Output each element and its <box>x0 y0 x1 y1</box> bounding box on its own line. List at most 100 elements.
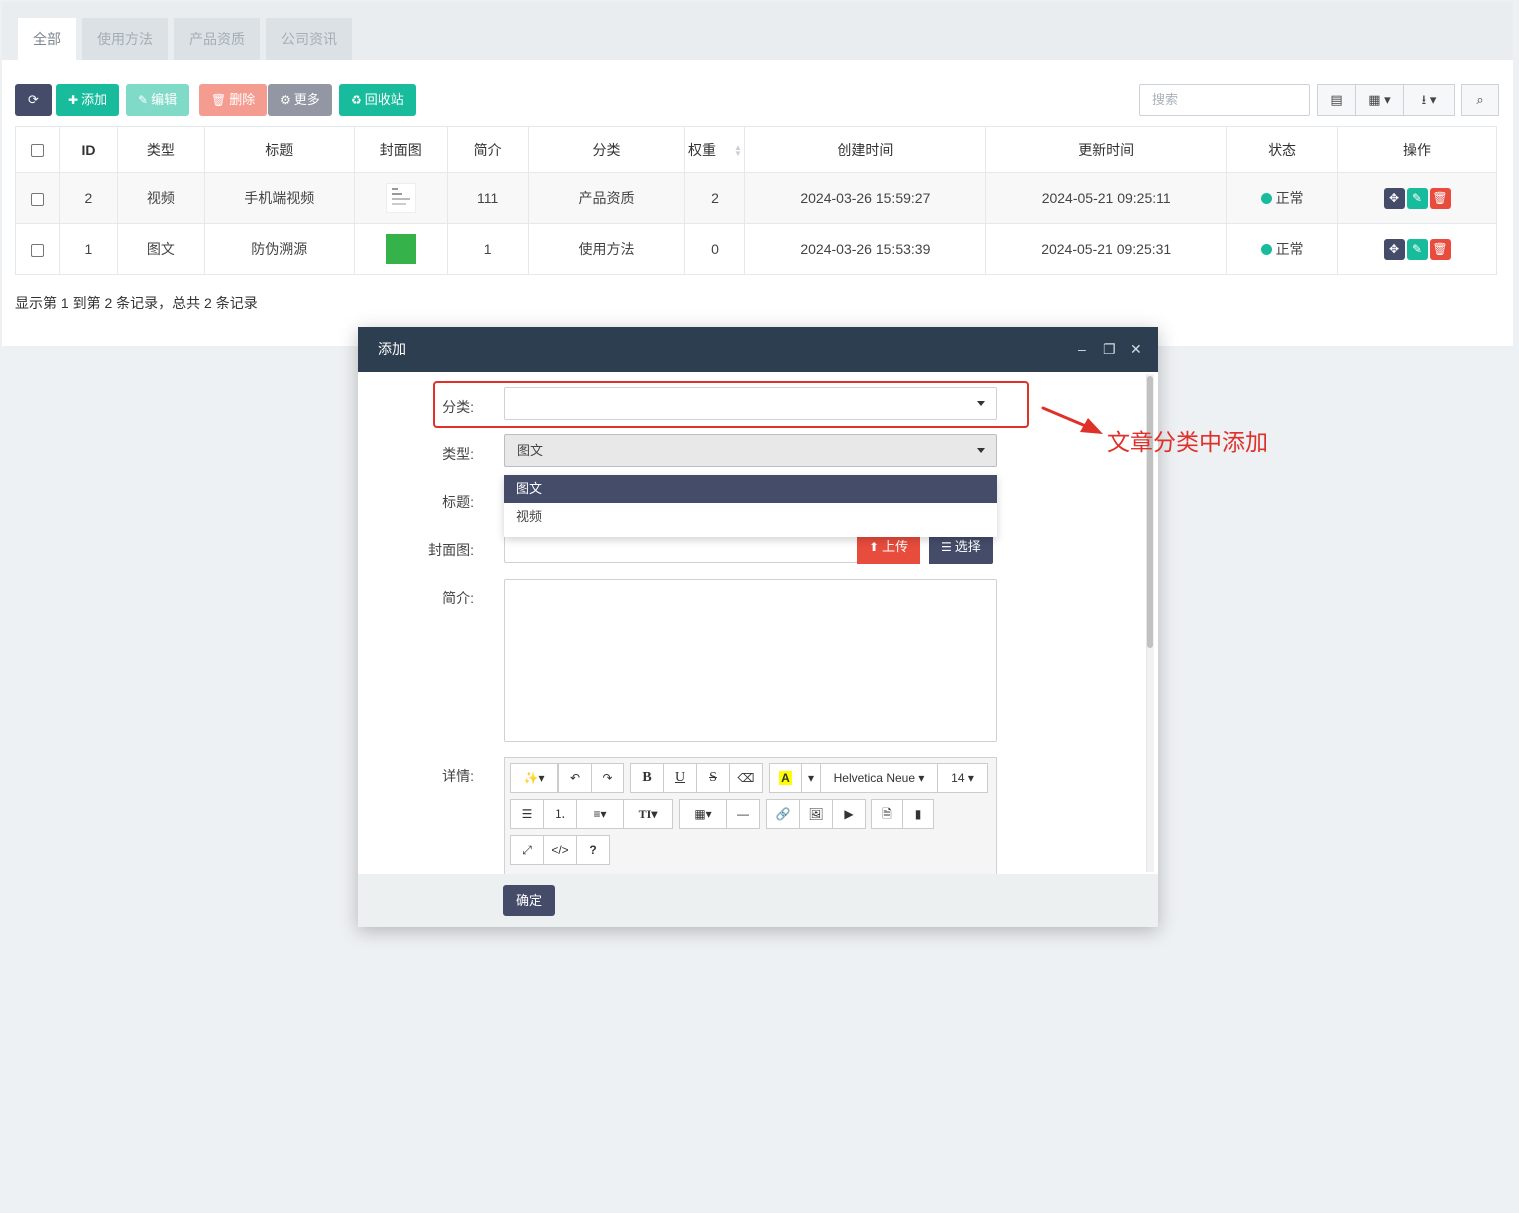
col-header-intro: 简介 <box>446 126 529 173</box>
font-color-dropdown[interactable]: ▾ <box>801 763 821 793</box>
style-button[interactable]: ✨▾ <box>510 763 558 793</box>
tab-usage[interactable]: 使用方法 <box>82 18 168 60</box>
image-button[interactable]: 🖼 <box>799 799 833 829</box>
cell-type-link[interactable]: 视频 <box>116 172 205 224</box>
search-icon: ⌕ <box>1476 92 1484 107</box>
line-height-button[interactable]: TI▾ <box>623 799 673 829</box>
table-button[interactable]: ▦▾ <box>679 799 727 829</box>
magic-wand-icon: ✨▾ <box>523 771 545 785</box>
status-badge: 正常 <box>1226 172 1339 224</box>
table-icon: ▦▾ <box>694 807 712 821</box>
add-button[interactable]: ✚ 添加 <box>56 84 120 116</box>
cell-category: 使用方法 <box>527 223 686 275</box>
align-button[interactable]: ≡▾ <box>576 799 624 829</box>
col-header-weight[interactable]: 权重 ▲ ▼ <box>684 126 746 173</box>
bold-icon: B <box>642 770 652 785</box>
font-size-select[interactable]: 14 ▾ <box>937 763 988 793</box>
drag-sort-button[interactable]: ✥ <box>1383 187 1405 209</box>
cell-id: 2 <box>58 172 118 224</box>
cell-weight: 0 <box>684 223 746 275</box>
drag-sort-button[interactable]: ✥ <box>1383 238 1405 260</box>
fullscreen-button[interactable]: ⤢ <box>510 835 544 865</box>
annotation-highlight-box <box>433 381 1029 428</box>
caret-down-icon: ▾ <box>807 771 815 785</box>
col-header-created: 创建时间 <box>744 126 987 173</box>
row-checkbox[interactable] <box>30 243 44 257</box>
insert-image-file-button[interactable]: 🗎 <box>871 799 903 829</box>
search-input[interactable]: 搜索 <box>1139 84 1310 116</box>
text-height-icon: TI▾ <box>638 807 658 821</box>
col-header-updated: 更新时间 <box>985 126 1228 173</box>
select-all-checkbox[interactable] <box>30 144 44 158</box>
row-edit-button[interactable]: ✎ <box>1406 238 1428 260</box>
tab-all[interactable]: 全部 <box>18 18 76 60</box>
cell-title: 手机端视频 <box>203 172 355 224</box>
col-header-cover: 封面图 <box>353 126 448 173</box>
sort-icon: ▲ ▼ <box>734 142 742 158</box>
strikethrough-icon: S <box>709 770 717 785</box>
tab-news[interactable]: 公司资讯 <box>266 18 352 60</box>
row-delete-button[interactable]: 🗑 <box>1429 187 1451 209</box>
col-header-id[interactable]: ID <box>58 126 118 173</box>
export-button[interactable]: ⭳ ▾ <box>1403 84 1455 116</box>
type-option[interactable]: 图文 <box>504 475 997 503</box>
cover-thumbnail[interactable] <box>385 183 416 213</box>
data-table: ID 类型 标题 封面图 简介 分类 权重 ▲ ▼ 创建时间 更新时间 状态 操作 … <box>15 126 1497 275</box>
trash-icon: 🗑 <box>1432 241 1448 256</box>
gear-icon: ⚙ <box>280 93 291 107</box>
question-icon: ? <box>589 843 597 857</box>
type-option[interactable]: 视频 <box>504 503 997 531</box>
underline-button[interactable]: U <box>663 763 697 793</box>
list-icon: ☰ <box>941 540 952 554</box>
tab-qualification[interactable]: 产品资质 <box>174 18 260 60</box>
refresh-button[interactable]: ⟳ <box>15 84 52 116</box>
bold-button[interactable]: B <box>630 763 664 793</box>
select-all-header[interactable] <box>15 126 60 173</box>
undo-button[interactable]: ↶ <box>558 763 592 793</box>
caret-down-icon <box>977 448 985 453</box>
strikethrough-button[interactable]: S <box>696 763 730 793</box>
row-delete-button[interactable]: 🗑 <box>1429 238 1451 260</box>
confirm-button[interactable]: 确定 <box>503 885 555 916</box>
pencil-icon: ✎ <box>1411 190 1423 205</box>
status-badge: 正常 <box>1226 223 1339 275</box>
cell-id: 1 <box>58 223 118 275</box>
insert-file-button[interactable]: ▮ <box>902 799 934 829</box>
font-color-button[interactable]: A <box>769 763 802 793</box>
intro-label: 简介: <box>442 590 474 606</box>
columns-button[interactable]: ▦ ▾ <box>1355 84 1404 116</box>
edit-button[interactable]: ✎ 编辑 <box>126 84 190 116</box>
video-button[interactable]: ▶ <box>832 799 866 829</box>
cover-thumbnail[interactable] <box>385 234 416 264</box>
code-view-button[interactable]: </> <box>543 835 577 865</box>
row-edit-button[interactable]: ✎ <box>1406 187 1428 209</box>
delete-button[interactable]: 🗑 删除 <box>199 84 268 116</box>
image-icon: 🖼 <box>808 807 824 821</box>
maximize-icon[interactable]: ❐ <box>1103 327 1116 372</box>
col-header-type: 类型 <box>116 126 205 173</box>
help-button[interactable]: ? <box>576 835 610 865</box>
code-icon: </> <box>551 843 569 857</box>
intro-textarea[interactable] <box>504 579 997 742</box>
more-button[interactable]: ⚙ 更多 <box>268 84 332 116</box>
type-select[interactable]: 图文 <box>504 434 997 467</box>
font-family-select[interactable]: Helvetica Neue ▾ <box>820 763 938 793</box>
recycle-bin-button[interactable]: ♻ 回收站 <box>339 84 416 116</box>
type-label: 类型: <box>442 446 474 462</box>
dialog-footer: 确定 <box>358 874 1158 927</box>
search-button[interactable]: ⌕ <box>1461 84 1499 116</box>
horizontal-rule-button[interactable]: — <box>726 799 760 829</box>
minimize-icon[interactable]: – <box>1078 327 1086 372</box>
numbered-list-button[interactable]: ⒈ <box>543 799 577 829</box>
bullet-list-button[interactable]: ☰ <box>510 799 544 829</box>
minus-icon: — <box>737 807 749 821</box>
detail-label: 详情: <box>442 768 474 784</box>
link-button[interactable]: 🔗 <box>766 799 800 829</box>
row-checkbox[interactable] <box>30 192 44 206</box>
dialog-scrollbar-thumb[interactable] <box>1147 376 1153 648</box>
redo-button[interactable]: ↷ <box>591 763 624 793</box>
close-icon[interactable]: ✕ <box>1130 327 1142 372</box>
toggle-view-button[interactable]: ▤ <box>1317 84 1356 116</box>
clear-format-button[interactable]: ⌫ <box>729 763 763 793</box>
numbered-list-icon: ⒈ <box>553 807 566 821</box>
